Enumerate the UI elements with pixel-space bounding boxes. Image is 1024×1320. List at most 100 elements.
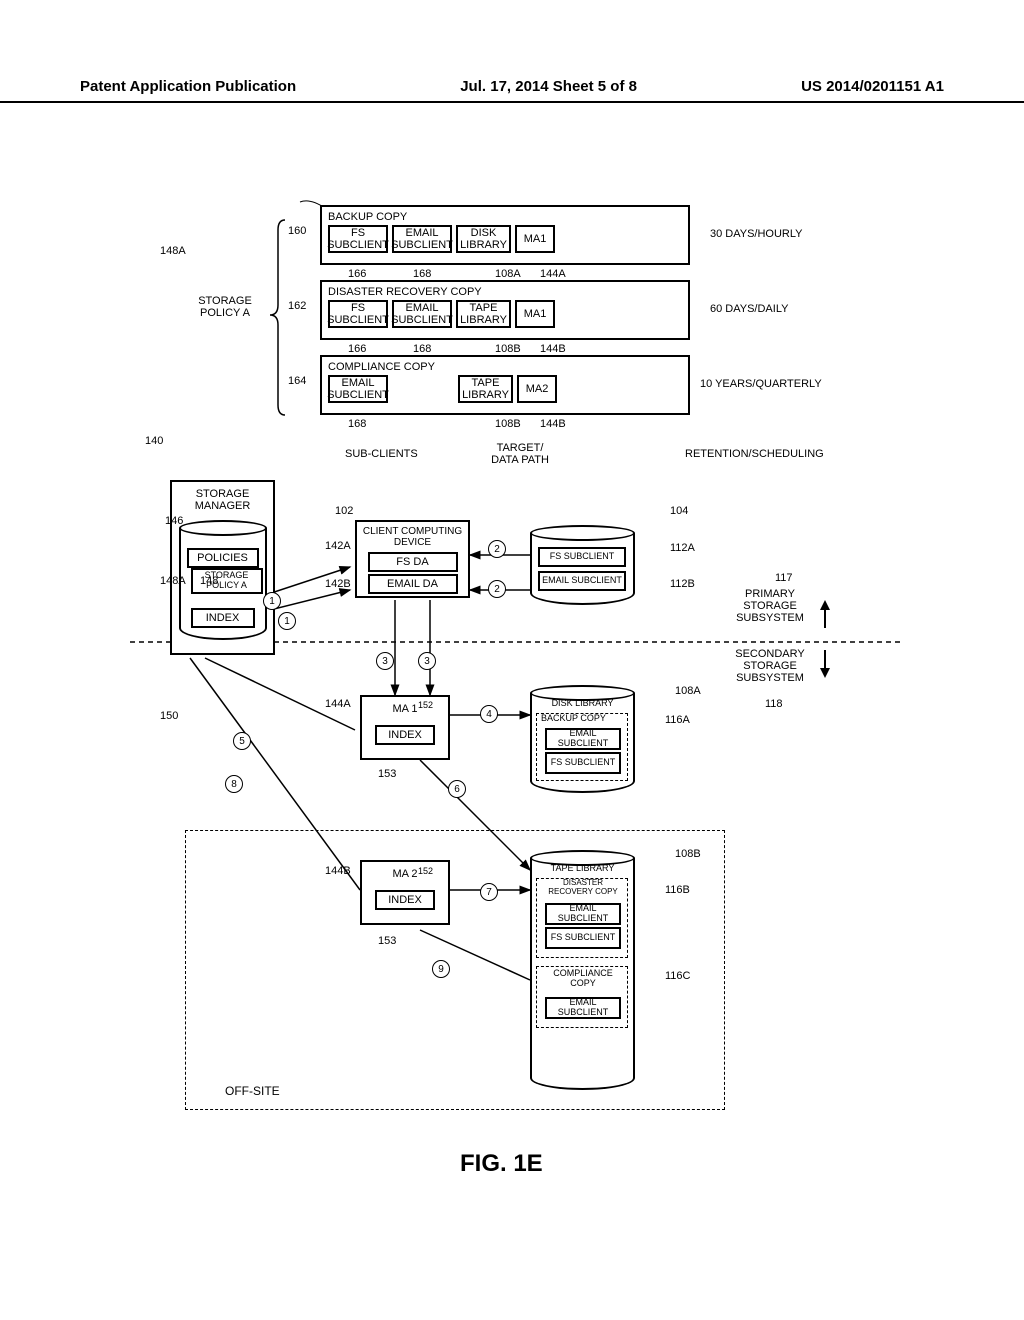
ref-117: 117 — [775, 572, 793, 584]
step-4: 4 — [480, 705, 498, 723]
primary-data-cyl: FS SUBCLIENT EMAIL SUBCLIENT — [530, 525, 635, 605]
ref-146: 146 — [165, 515, 183, 527]
dr-email-sub: EMAIL SUBCLIENT — [392, 300, 452, 328]
ma1-index: INDEX — [375, 725, 435, 745]
disk-lib-title: DISK LIBRARY — [540, 699, 625, 709]
col-subclients: SUB-CLIENTS — [345, 448, 418, 460]
bc-retention: 30 DAYS/HOURLY — [710, 228, 803, 240]
comp-copy-label: COMPLIANCE COPY — [541, 969, 625, 989]
ref-144B-1: 144B — [540, 343, 566, 355]
step-2a: 2 — [488, 540, 506, 558]
ref-144A-2: 144A — [325, 698, 351, 710]
ref-150: 150 — [160, 710, 178, 722]
comp-retention: 10 YEARS/QUARTERLY — [700, 378, 822, 390]
comp-copy-title: COMPLIANCE COPY — [324, 359, 686, 375]
dr-copy-label: DISASTER RECOVERY COPY — [541, 879, 625, 897]
ref-140: 140 — [145, 435, 163, 447]
ref-116B: 116B — [665, 884, 690, 896]
ref-108B-2: 108B — [495, 418, 521, 430]
storage-policy-label: STORAGE POLICY A — [185, 295, 265, 319]
ref-153-1: 153 — [378, 768, 396, 780]
ma1-box: MA 1 INDEX — [360, 695, 450, 760]
ma1-title: MA 1 — [364, 699, 446, 719]
step-7: 7 — [480, 883, 498, 901]
step-3a: 3 — [376, 652, 394, 670]
col-retention: RETENTION/SCHEDULING — [685, 448, 824, 460]
bc-ma: MA1 — [515, 225, 555, 253]
ref-166-1: 166 — [348, 268, 366, 280]
dr-copy-title: DISASTER RECOVERY COPY — [324, 284, 686, 300]
ref-108A-1: 108A — [495, 268, 521, 280]
ref-162: 162 — [288, 300, 306, 312]
arrow-up-icon — [820, 600, 830, 610]
backup-copy-label: BACKUP COPY — [541, 714, 606, 724]
ref-152-2: 152 — [418, 866, 433, 876]
ref-144A-1: 144A — [540, 268, 566, 280]
step-9: 9 — [432, 960, 450, 978]
header-center: Jul. 17, 2014 Sheet 5 of 8 — [460, 78, 637, 95]
ref-168-3: 168 — [348, 418, 366, 430]
bc-email-sub: EMAIL SUBCLIENT — [392, 225, 452, 253]
diagram: STORAGE POLICY A 148A BACKUP COPY FS SUB… — [130, 190, 900, 1190]
ref-112B: 112B — [670, 578, 695, 590]
step-3b: 3 — [418, 652, 436, 670]
ref-168-2: 168 — [413, 343, 431, 355]
step-5: 5 — [233, 732, 251, 750]
step-6: 6 — [448, 780, 466, 798]
comp-target: TAPE LIBRARY — [458, 375, 513, 403]
ref-153-2: 153 — [378, 935, 396, 947]
dl-fs-sub: FS SUBCLIENT — [545, 752, 621, 774]
comp-ma: MA2 — [517, 375, 557, 403]
policies-box: POLICIES — [187, 548, 259, 568]
client-title: CLIENT COMPUTING DEVICE — [359, 524, 466, 550]
arrow-down-stem — [824, 650, 826, 668]
ref-148: 148 — [200, 575, 218, 587]
client-device: CLIENT COMPUTING DEVICE FS DA EMAIL DA — [355, 520, 470, 598]
dr-ma: MA1 — [515, 300, 555, 328]
secondary-subsystem: SECONDARY STORAGE SUBSYSTEM — [725, 648, 815, 684]
comp-email-sub: EMAIL SUBCLIENT — [328, 375, 388, 403]
dr-fs-sub: FS SUBCLIENT — [328, 300, 388, 328]
step-1b: 1 — [278, 612, 296, 630]
ref-166-2: 166 — [348, 343, 366, 355]
step-8: 8 — [225, 775, 243, 793]
tape-lib-title: TAPE LIBRARY — [540, 864, 625, 874]
ref-116C: 116C — [665, 970, 690, 982]
tl-fs-sub: FS SUBCLIENT — [545, 927, 621, 949]
offsite-box — [185, 830, 725, 1110]
offsite-label: OFF-SITE — [225, 1085, 280, 1098]
ref-164: 164 — [288, 375, 306, 387]
email-subclient-box: EMAIL SUBCLIENT — [538, 571, 626, 591]
comp-copy-row: COMPLIANCE COPY EMAIL SUBCLIENT TAPE LIB… — [320, 355, 690, 415]
ref-142B: 142B — [325, 578, 351, 590]
col-target: TARGET/ DATA PATH — [485, 442, 555, 466]
backup-copy-group: BACKUP COPY EMAIL SUBCLIENT FS SUBCLIENT — [536, 713, 628, 781]
backup-copy-row: BACKUP COPY FS SUBCLIENT EMAIL SUBCLIENT… — [320, 205, 690, 265]
dr-copy-row: DISASTER RECOVERY COPY FS SUBCLIENT EMAI… — [320, 280, 690, 340]
backup-copy-title: BACKUP COPY — [324, 209, 686, 225]
sm-title: STORAGE MANAGER — [174, 484, 271, 516]
sm-index-box: INDEX — [191, 608, 255, 628]
header-right: US 2014/0201151 A1 — [801, 78, 944, 95]
page-header: Patent Application Publication Jul. 17, … — [0, 78, 1024, 103]
tl-email-sub2: EMAIL SUBCLIENT — [545, 997, 621, 1019]
bc-fs-sub: FS SUBCLIENT — [328, 225, 388, 253]
header-left: Patent Application Publication — [80, 78, 296, 95]
figure-label: FIG. 1E — [460, 1150, 543, 1178]
dl-email-sub: EMAIL SUBCLIENT — [545, 728, 621, 750]
ref-160: 160 — [288, 225, 306, 237]
dr-copy-group: DISASTER RECOVERY COPY EMAIL SUBCLIENT F… — [536, 878, 628, 958]
arrow-up-stem — [824, 610, 826, 628]
ma2-index: INDEX — [375, 890, 435, 910]
email-da: EMAIL DA — [368, 574, 458, 594]
ref-148A-top: 148A — [160, 245, 186, 257]
step-2b: 2 — [488, 580, 506, 598]
bc-target: DISK LIBRARY — [456, 225, 511, 253]
comp-copy-group: COMPLIANCE COPY EMAIL SUBCLIENT — [536, 966, 628, 1028]
dr-retention: 60 DAYS/DAILY — [710, 303, 788, 315]
disk-library-cyl: DISK LIBRARY BACKUP COPY EMAIL SUBCLIENT… — [530, 685, 635, 793]
ref-104: 104 — [670, 505, 688, 517]
ref-144B-3: 144B — [325, 865, 351, 877]
fs-da: FS DA — [368, 552, 458, 572]
ref-112A: 112A — [670, 542, 695, 554]
